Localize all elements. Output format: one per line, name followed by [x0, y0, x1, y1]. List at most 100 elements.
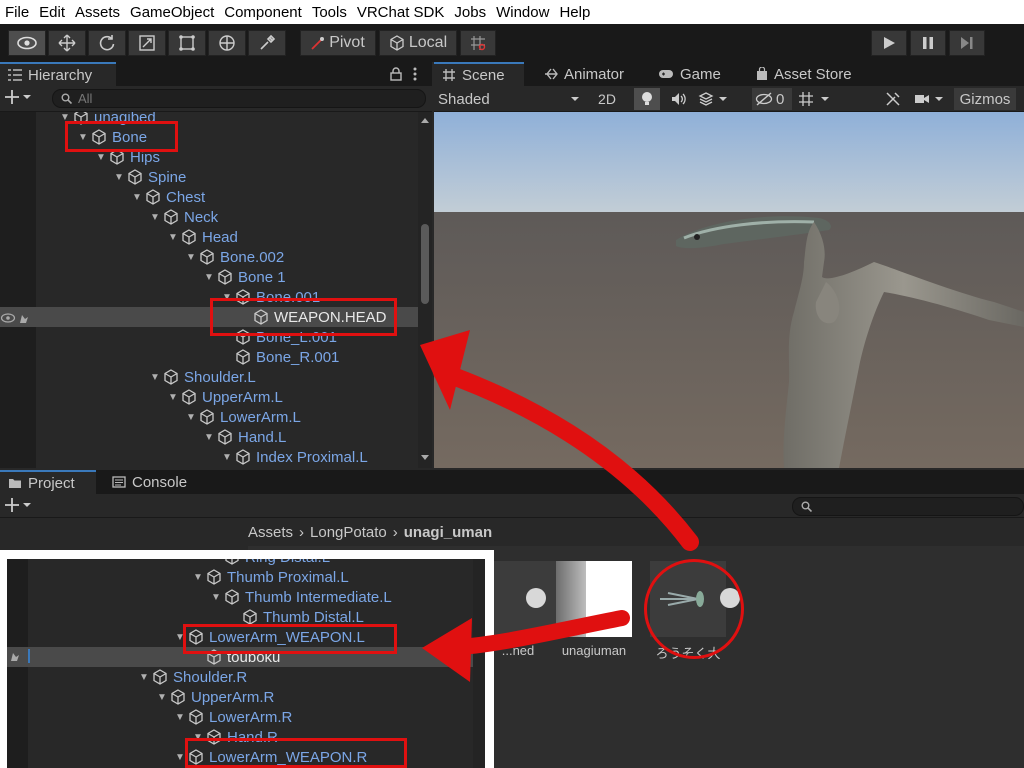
expand-arrow-icon[interactable]: ▼	[130, 192, 144, 203]
move-tool-button[interactable]	[48, 30, 86, 56]
hierarchy-row[interactable]: ▼ Thumb Proximal.L	[7, 567, 473, 587]
rotate-tool-button[interactable]	[88, 30, 126, 56]
hierarchy-search-input[interactable]: All	[52, 89, 426, 108]
scale-tool-button[interactable]	[128, 30, 166, 56]
pause-button[interactable]	[910, 30, 946, 56]
menu-tools[interactable]: Tools	[307, 4, 352, 21]
menu-vrchat-sdk[interactable]: VRChat SDK	[352, 4, 450, 21]
hierarchy-row[interactable]: ▼ UpperArm.L	[0, 387, 418, 407]
expand-arrow-icon[interactable]: ▼	[184, 252, 198, 263]
hierarchy-row[interactable]: ▼ UpperArm.R	[7, 687, 473, 707]
hierarchy-row[interactable]: ▼ Spine	[0, 167, 418, 187]
hierarchy-row[interactable]: ▼ Chest	[0, 187, 418, 207]
picking-icon[interactable]	[9, 649, 31, 663]
hierarchy-row[interactable]: ▼ Shoulder.L	[0, 367, 418, 387]
expand-arrow-icon[interactable]: ▼	[220, 452, 234, 463]
asset-item[interactable]: unagiuman	[556, 561, 632, 658]
project-search-input[interactable]	[792, 497, 1024, 516]
tab-console[interactable]: Console	[104, 470, 195, 494]
breadcrumb-assets[interactable]: Assets	[248, 524, 293, 541]
hierarchy-row[interactable]: ▼ LowerArm.L	[0, 407, 418, 427]
menu-component[interactable]: Component	[219, 4, 307, 21]
hierarchy-row[interactable]: ▼ Bone	[0, 127, 418, 147]
hierarchy-row[interactable]: ▼ Shoulder.R	[7, 667, 473, 687]
expand-arrow-icon[interactable]: ▼	[148, 212, 162, 223]
hierarchy-row[interactable]: ▼ Index Proximal.L	[0, 447, 418, 467]
hierarchy-row[interactable]: ▼ Hips	[0, 147, 418, 167]
hierarchy-row[interactable]: Bone_R.001	[0, 347, 418, 367]
hierarchy-row[interactable]: ▼ unagibed	[0, 112, 418, 127]
hierarchy-row[interactable]: ▼ Neck	[0, 207, 418, 227]
hierarchy-scrollbar[interactable]	[418, 112, 432, 468]
expand-arrow-icon[interactable]: ▼	[137, 672, 151, 683]
tools-overlay-button[interactable]	[880, 88, 906, 110]
expand-arrow-icon[interactable]: ▼	[202, 272, 216, 283]
play-button[interactable]	[871, 30, 907, 56]
hierarchy-row[interactable]: ▼ Hand.L	[0, 427, 418, 447]
menu-help[interactable]: Help	[554, 4, 595, 21]
menu-edit[interactable]: Edit	[34, 4, 70, 21]
tab-hierarchy[interactable]: Hierarchy	[0, 62, 116, 86]
expand-arrow-icon[interactable]: ▼	[209, 592, 223, 603]
camera-settings-dropdown[interactable]	[914, 88, 950, 110]
transform-tool-button[interactable]	[208, 30, 246, 56]
hidden-objects-toggle[interactable]: 0	[752, 88, 792, 110]
shading-mode-dropdown[interactable]: Shaded	[438, 88, 584, 110]
hierarchy-row[interactable]: ▼ Bone.002	[0, 247, 418, 267]
expand-arrow-icon[interactable]: ▼	[191, 572, 205, 583]
menu-jobs[interactable]: Jobs	[449, 4, 491, 21]
expand-arrow-icon[interactable]: ▼	[155, 692, 169, 703]
pivot-toggle-button[interactable]: Pivot	[300, 30, 376, 56]
expand-arrow-icon[interactable]: ▼	[148, 372, 162, 383]
grid-snap-button[interactable]	[460, 30, 496, 56]
scene-audio-button[interactable]	[666, 88, 692, 110]
tab-animator-label: Animator	[564, 65, 625, 83]
gizmos-dropdown[interactable]: Gizmos	[954, 88, 1016, 110]
expand-arrow-icon[interactable]: ▼	[166, 232, 180, 243]
expand-arrow-icon[interactable]: ▼	[166, 392, 180, 403]
expand-arrow-icon[interactable]: ▼	[184, 412, 198, 423]
hierarchy-row[interactable]: Ring Distal.L	[7, 559, 473, 567]
menu-assets[interactable]: Assets	[70, 4, 125, 21]
tab-scene[interactable]: Scene	[434, 62, 524, 86]
tab-asset-store-label: Asset Store	[774, 65, 852, 83]
expand-arrow-icon[interactable]: ▼	[202, 432, 216, 443]
hierarchy-row[interactable]: ▼ Thumb Intermediate.L	[7, 587, 473, 607]
view-tool-button[interactable]	[8, 30, 46, 56]
hierarchy-row-label: Neck	[184, 208, 219, 226]
menu-file[interactable]: File	[0, 4, 34, 21]
expand-arrow-icon[interactable]: ▼	[94, 152, 108, 163]
more-options-icon[interactable]	[412, 67, 418, 81]
tab-animator[interactable]: Animator	[536, 62, 632, 86]
breadcrumb-unagi-uman[interactable]: unagi_uman	[404, 524, 492, 541]
hierarchy-row[interactable]: ▼ Bone 1	[0, 267, 418, 287]
hierarchy-scroll-thumb[interactable]	[421, 224, 429, 304]
grid-visibility-dropdown[interactable]	[798, 88, 844, 110]
tab-project[interactable]: Project	[0, 470, 96, 494]
menu-gameobject[interactable]: GameObject	[125, 4, 219, 21]
expand-play-icon[interactable]	[526, 588, 546, 608]
toggle-2d-button[interactable]: 2D	[592, 88, 622, 110]
scene-lighting-button[interactable]	[634, 88, 660, 110]
scene-viewport[interactable]	[434, 112, 1024, 468]
hierarchy-row[interactable]: ▼ Head	[0, 227, 418, 247]
lock-icon[interactable]	[390, 67, 402, 81]
breadcrumb-longpotato[interactable]: LongPotato	[310, 524, 387, 541]
local-toggle-button[interactable]: Local	[379, 30, 457, 56]
menu-window[interactable]: Window	[491, 4, 554, 21]
create-dropdown[interactable]	[4, 89, 32, 105]
expand-arrow-icon[interactable]: ▼	[173, 712, 187, 723]
step-button[interactable]	[949, 30, 985, 56]
rect-tool-button[interactable]	[168, 30, 206, 56]
project-create-dropdown[interactable]	[4, 497, 32, 513]
custom-tool-button[interactable]	[248, 30, 286, 56]
scroll-up-icon[interactable]	[421, 117, 429, 123]
visibility-picking-icons[interactable]	[0, 311, 36, 325]
tab-asset-store[interactable]: Asset Store	[748, 62, 860, 86]
expand-arrow-icon[interactable]: ▼	[112, 172, 126, 183]
hierarchy-row[interactable]: ▼ LowerArm.R	[7, 707, 473, 727]
hierarchy-row-label: Thumb Distal.L	[263, 608, 364, 626]
scene-effects-dropdown[interactable]	[698, 88, 738, 110]
scroll-down-icon[interactable]	[421, 455, 429, 461]
tab-game[interactable]: Game	[650, 62, 729, 86]
